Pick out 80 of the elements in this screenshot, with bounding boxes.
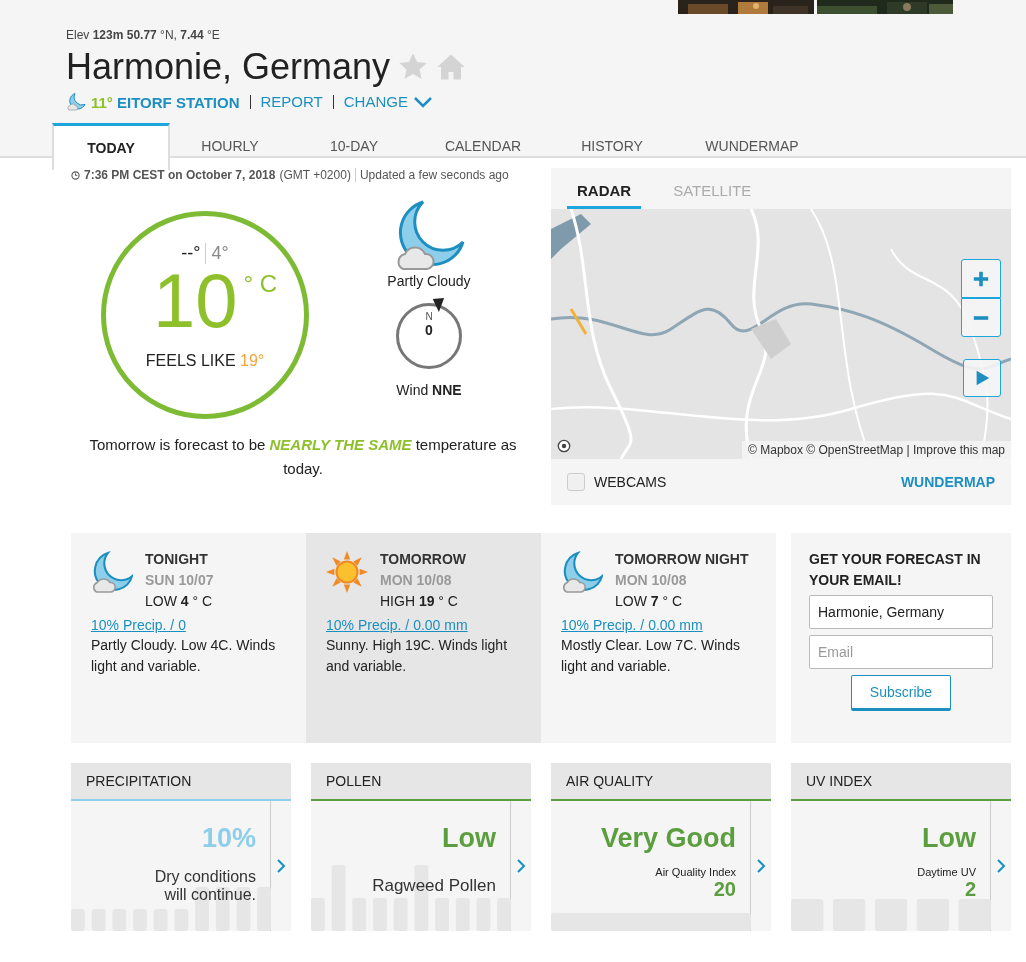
moon-cloud-icon — [66, 92, 86, 112]
favorite-star-icon[interactable] — [398, 52, 429, 82]
index-value: Low — [442, 823, 496, 854]
index-description: Ragweed Pollen — [372, 876, 496, 896]
index-value: Low — [922, 823, 976, 854]
change-link[interactable]: CHANGE — [332, 95, 418, 109]
chevron-down-icon[interactable] — [413, 96, 432, 108]
precipitation-link[interactable]: 10% Precip. / 0.00 mm — [561, 617, 756, 633]
forecast-date: MON 10/08 — [380, 571, 453, 590]
play-button[interactable] — [963, 359, 1001, 397]
index-number: 20 — [713, 878, 736, 901]
chevron-right-icon[interactable] — [516, 858, 526, 874]
subscribe-button[interactable]: Subscribe — [851, 675, 951, 711]
current-temperature: 10 — [152, 264, 238, 338]
temperature-unit: ° C — [243, 270, 278, 298]
sun-icon — [326, 551, 368, 593]
wind-direction: Wind NNE — [396, 382, 462, 398]
webcams-label: WEBCAMS — [594, 474, 667, 490]
nav-tab[interactable]: HOURLY — [171, 123, 289, 168]
nav-tab[interactable]: 10-DAY — [290, 123, 418, 168]
high-temperature: --° — [181, 243, 201, 264]
nav-tab[interactable]: CALENDAR — [419, 123, 547, 168]
webcams-checkbox[interactable] — [567, 473, 585, 491]
forecast-text: Mostly Clear. Low 7C. Winds light and variable. — [561, 636, 741, 676]
map-tab[interactable]: SATELLITE — [673, 168, 752, 209]
wind-direction-icon — [431, 297, 445, 313]
index-description: Dry conditions will continue. — [153, 868, 256, 904]
coordinates: Elev 123m 50.77 °N, 7.44 °E — [66, 28, 221, 44]
forecast-date: MON 10/08 — [615, 571, 688, 590]
nav-tab[interactable]: WUNDERMAP — [677, 123, 827, 168]
forecast-summary: Tomorrow is forecast to be NEARLY THE SAME temperature as today. — [88, 435, 518, 479]
index-number: 2 — [964, 878, 976, 901]
forecast-period: TONIGHT — [145, 550, 209, 569]
station-link[interactable]: 11° EITORF STATION — [91, 93, 250, 111]
location-field[interactable]: Harmonie, Germany — [809, 595, 993, 629]
zoom-in-button[interactable] — [961, 259, 1001, 298]
forecast-temperature: LOW 4 ° C — [145, 592, 214, 611]
card-header: PRECIPITATION — [71, 763, 291, 801]
compass-north: N — [425, 311, 433, 322]
chevron-right-icon[interactable] — [996, 858, 1006, 874]
index-label: Air Quality Index — [655, 866, 736, 878]
forecast-text: Partly Cloudy. Low 4C. Winds light and variable. — [91, 636, 277, 676]
observation-time: 7:36 PM CEST on October 7, 2018 — [84, 168, 276, 182]
feels-like: FEELS LIKE 19° — [145, 352, 265, 370]
location-title: Harmonie, Germany — [66, 46, 391, 88]
map-attribution: © Mapbox © OpenStreetMap | Improve this map — [742, 441, 1011, 459]
moon-cloud-icon — [561, 551, 603, 593]
timezone: (GMT +0200) — [279, 168, 351, 182]
moon-cloud-icon — [91, 551, 133, 593]
report-link[interactable]: REPORT — [249, 95, 333, 109]
mapbox-logo-icon — [557, 439, 571, 453]
clock-icon — [71, 170, 80, 180]
plus-icon — [972, 269, 990, 288]
chevron-right-icon[interactable] — [756, 858, 766, 874]
signup-title: GET YOUR FORECAST IN YOUR EMAIL! — [809, 550, 982, 590]
condition-label: Partly Cloudy — [387, 273, 471, 289]
card-header: POLLEN — [311, 763, 531, 801]
forecast-text: Sunny. High 19C. Winds light and variable. — [326, 636, 509, 676]
forecast-date: SUN 10/07 — [145, 571, 214, 590]
index-label: Daytime UV — [917, 866, 976, 878]
email-field[interactable]: Email — [809, 635, 993, 669]
nav-tab[interactable]: TODAY — [52, 123, 170, 170]
card-header: AIR QUALITY — [551, 763, 771, 801]
card-header: UV INDEX — [791, 763, 1011, 801]
nav-tab[interactable]: HISTORY — [548, 123, 676, 168]
update-status: Updated a few seconds ago — [354, 168, 509, 182]
forecast-period: TOMORROW — [380, 550, 467, 569]
index-value: Very Good — [600, 823, 736, 854]
forecast-period: TOMORROW NIGHT — [615, 550, 749, 569]
precipitation-link[interactable]: 10% Precip. / 0.00 mm — [326, 617, 521, 633]
chevron-right-icon[interactable] — [276, 858, 286, 874]
forecast-temperature: LOW 7 ° C — [615, 592, 684, 611]
precipitation-link[interactable]: 10% Precip. / 0 — [91, 617, 286, 633]
index-value: 10% — [201, 823, 256, 854]
minus-icon — [972, 315, 990, 320]
forecast-temperature: HIGH 19 ° C — [380, 592, 459, 611]
zoom-out-button[interactable] — [961, 298, 1001, 337]
wundermap-link[interactable]: WUNDERMAP — [900, 474, 995, 490]
low-temperature: 4° — [205, 243, 229, 264]
wind-speed: 0 — [425, 322, 433, 338]
